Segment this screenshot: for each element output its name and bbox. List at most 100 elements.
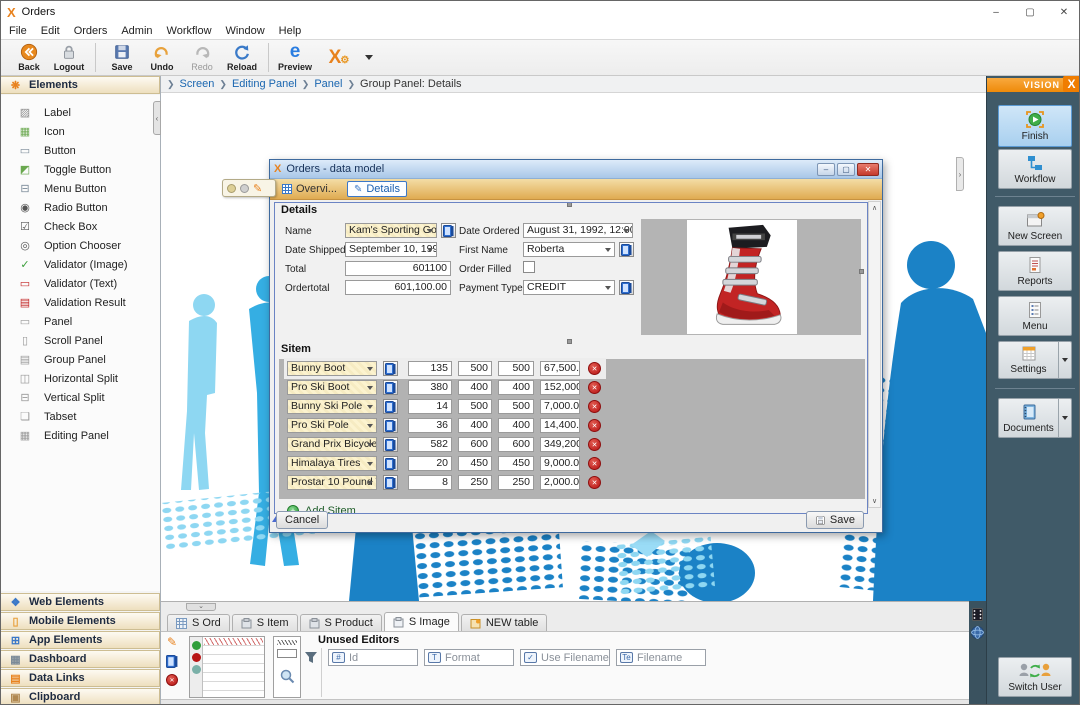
- sitem-delete-button[interactable]: ✕: [588, 457, 601, 470]
- table-editor-thumbnail[interactable]: [189, 636, 265, 698]
- palette-item[interactable]: ▦ Icon: [1, 122, 160, 141]
- scroll-up-icon[interactable]: ∧: [872, 204, 877, 212]
- first-name-lookup-button[interactable]: [619, 242, 634, 257]
- tab-s-ord[interactable]: S Ord: [167, 614, 230, 631]
- sitem-delete-button[interactable]: ✕: [588, 362, 601, 375]
- menu-item[interactable]: Window: [226, 25, 265, 37]
- sitem-delete-button[interactable]: ✕: [588, 419, 601, 432]
- tab-new-table[interactable]: NEW table: [461, 614, 548, 631]
- palette-item[interactable]: ▨ Label: [1, 103, 160, 122]
- logout-button[interactable]: Logout: [49, 40, 89, 75]
- sitem-unit-price-field[interactable]: 400: [458, 380, 492, 395]
- breadcrumb-link[interactable]: Panel: [314, 78, 342, 90]
- sitem-qty-field[interactable]: 36: [408, 418, 452, 433]
- sitem-total-field[interactable]: 2,000.00: [540, 475, 580, 490]
- palette-item[interactable]: ⊟ Vertical Split: [1, 388, 160, 407]
- new-screen-button[interactable]: New Screen: [998, 206, 1072, 246]
- palette-item[interactable]: ◎ Option Chooser: [1, 236, 160, 255]
- finish-button[interactable]: Finish: [998, 105, 1072, 147]
- sitem-unit-price-field[interactable]: 450: [458, 456, 492, 471]
- total-field[interactable]: 601100: [345, 261, 451, 276]
- sitem-qty-field[interactable]: 135: [408, 361, 452, 376]
- sitem-product-combo[interactable]: Himalaya Tires: [287, 456, 377, 471]
- sitem-product-combo[interactable]: Bunny Boot: [287, 361, 377, 376]
- tab-details[interactable]: ✎ Details: [347, 181, 407, 197]
- sitem-lookup-button[interactable]: [383, 475, 398, 490]
- palette-section-header[interactable]: ⊞ App Elements: [1, 631, 160, 649]
- save-button[interactable]: Save: [102, 40, 142, 75]
- sidebar-collapse-handle[interactable]: ‹: [153, 101, 161, 135]
- sitem-total-field[interactable]: 152,000.00: [540, 380, 580, 395]
- palette-header-elements[interactable]: ❋ Elements: [1, 76, 160, 94]
- breadcrumb-link[interactable]: Screen: [180, 78, 215, 90]
- film-strip-icon[interactable]: [972, 608, 983, 621]
- ordertotal-field[interactable]: 601,100.00: [345, 280, 451, 295]
- sitem-total-field[interactable]: 9,000.00: [540, 456, 580, 471]
- delete-icon[interactable]: ✕: [166, 674, 178, 686]
- mini-tool-pencil-icon[interactable]: ✎: [253, 182, 262, 195]
- sitem-qty-field[interactable]: 8: [408, 475, 452, 490]
- cancel-button[interactable]: Cancel: [276, 511, 328, 529]
- sitem-unit-price2-field[interactable]: 400: [498, 380, 534, 395]
- globe-icon[interactable]: [971, 626, 984, 639]
- undo-button[interactable]: Undo: [142, 40, 182, 75]
- sitem-lookup-button[interactable]: [383, 418, 398, 433]
- mini-tool-circle-icon[interactable]: [227, 184, 236, 193]
- date-shipped-combo[interactable]: September 10, 1992, 12:00: [345, 242, 437, 257]
- dialog-maximize-button[interactable]: ▢: [837, 163, 855, 176]
- order-filled-checkbox[interactable]: [523, 261, 535, 273]
- sitem-unit-price2-field[interactable]: 600: [498, 437, 534, 452]
- close-button[interactable]: ✕: [1047, 1, 1080, 23]
- tab-s-image[interactable]: S Image: [384, 612, 459, 631]
- design-canvas[interactable]: › ✎ X Orders - data model – ▢ ✕ Overvi..…: [161, 93, 986, 601]
- sitem-unit-price-field[interactable]: 500: [458, 361, 492, 376]
- sitem-product-combo[interactable]: Pro Ski Pole: [287, 418, 377, 433]
- reports-button[interactable]: Reports: [998, 251, 1072, 291]
- menu-item[interactable]: Workflow: [167, 25, 212, 37]
- dialog-title-bar[interactable]: X Orders - data model – ▢ ✕: [270, 160, 882, 179]
- sitem-total-field[interactable]: 14,400.00: [540, 418, 580, 433]
- palette-item[interactable]: ▦ Editing Panel: [1, 426, 160, 445]
- unused-editor-chip[interactable]: Te Filename: [616, 649, 706, 666]
- maximize-button[interactable]: ▢: [1013, 1, 1047, 23]
- sitem-total-field[interactable]: 349,200.00: [540, 437, 580, 452]
- menu-item[interactable]: Orders: [74, 25, 108, 37]
- dialog-close-button[interactable]: ✕: [857, 163, 879, 176]
- sitem-product-combo[interactable]: Grand Prix Bicycle: [287, 437, 377, 452]
- dialog-minimize-button[interactable]: –: [817, 163, 835, 176]
- palette-item[interactable]: ▭ Panel: [1, 312, 160, 331]
- palette-item[interactable]: ▭ Button: [1, 141, 160, 160]
- preview-button[interactable]: e Preview: [275, 40, 315, 75]
- scroll-down-icon[interactable]: ∨: [872, 497, 877, 505]
- dialog-scrollbar[interactable]: ∧ ∨: [868, 201, 881, 508]
- sitem-unit-price-field[interactable]: 250: [458, 475, 492, 490]
- sitem-total-field[interactable]: 7,000.00: [540, 399, 580, 414]
- sitem-unit-price-field[interactable]: 400: [458, 418, 492, 433]
- sitem-delete-button[interactable]: ✕: [588, 381, 601, 394]
- mini-tool-circle-icon[interactable]: [240, 184, 249, 193]
- unused-editor-chip[interactable]: # Id: [328, 649, 418, 666]
- workflow-button[interactable]: Workflow: [998, 149, 1072, 189]
- tab-s-product[interactable]: S Product: [300, 614, 382, 631]
- palette-section-header[interactable]: ▤ Data Links: [1, 669, 160, 687]
- save-dialog-button[interactable]: Save: [806, 511, 864, 529]
- sitem-lookup-button[interactable]: [383, 361, 398, 376]
- palette-item[interactable]: ⊟ Menu Button: [1, 179, 160, 198]
- sitem-delete-button[interactable]: ✕: [588, 400, 601, 413]
- palette-item[interactable]: ▤ Validation Result: [1, 293, 160, 312]
- menu-item[interactable]: File: [9, 25, 27, 37]
- palette-item[interactable]: ▭ Validator (Text): [1, 274, 160, 293]
- sitem-unit-price2-field[interactable]: 250: [498, 475, 534, 490]
- tab-overview[interactable]: Overvi...: [276, 181, 343, 197]
- sitem-delete-button[interactable]: ✕: [588, 476, 601, 489]
- redo-button[interactable]: Redo: [182, 40, 222, 75]
- palette-item[interactable]: ❏ Tabset: [1, 407, 160, 426]
- name-lookup-button[interactable]: [441, 223, 456, 238]
- selection-handle[interactable]: [859, 269, 864, 274]
- menu-item[interactable]: Admin: [121, 25, 152, 37]
- selection-handle[interactable]: [567, 202, 572, 207]
- reload-button[interactable]: Reload: [222, 40, 262, 75]
- palette-section-header[interactable]: ▯ Mobile Elements: [1, 612, 160, 630]
- documents-button[interactable]: Documents: [998, 398, 1072, 438]
- date-ordered-combo[interactable]: August 31, 1992, 12:00 AM: [523, 223, 633, 238]
